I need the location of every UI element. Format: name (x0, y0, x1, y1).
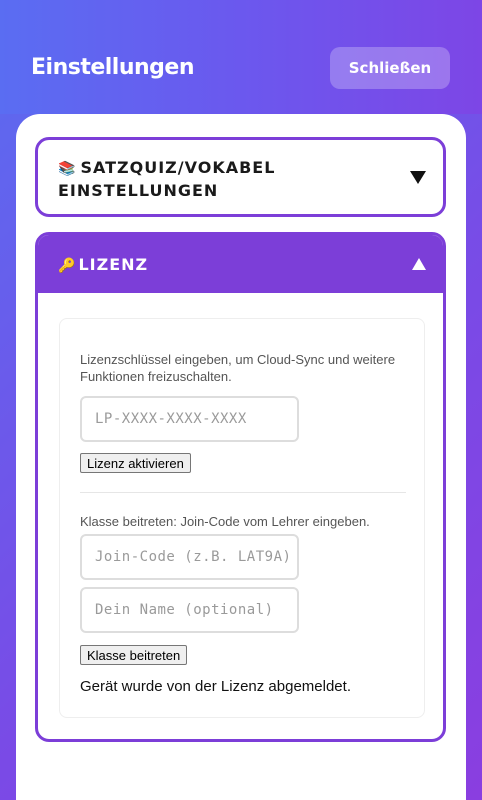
name-input[interactable] (80, 587, 299, 633)
activate-license-button[interactable]: Lizenz aktivieren (80, 453, 191, 473)
join-code-input[interactable] (80, 534, 299, 580)
license-card: Lizenzschlüssel eingeben, um Cloud-Sync … (59, 318, 425, 718)
class-hint: Klasse beitreten: Join-Code vom Lehrer e… (80, 514, 370, 529)
section-license-header[interactable]: 🔑 LIZENZ (38, 235, 443, 293)
license-key-input[interactable] (80, 396, 299, 442)
license-hint: Lizenzschlüssel eingeben, um Cloud-Sync … (80, 352, 396, 384)
top-bar: Einstellungen Schließen (0, 0, 482, 114)
key-icon: 🔑 (58, 258, 77, 274)
status-message: Gerät wurde von der Lizenz abgemeldet. (80, 678, 351, 695)
section-license: 🔑 LIZENZ Lizenzschlüssel eingeben, um Clo… (35, 232, 446, 742)
close-button[interactable]: Schließen (330, 47, 450, 89)
divider (80, 492, 406, 493)
section-license-title: 🔑 LIZENZ (58, 255, 149, 274)
books-icon: 📚 (58, 161, 77, 177)
section-quiz-title: 📚 SATZQUIZ/VOKABEL EINSTELLUNGEN (58, 158, 276, 200)
section-quiz-settings[interactable]: 📚 SATZQUIZ/VOKABEL EINSTELLUNGEN (35, 137, 446, 217)
page-title: Einstellungen (31, 55, 195, 80)
chevron-up-icon[interactable] (412, 258, 426, 270)
chevron-down-icon[interactable] (410, 171, 426, 184)
join-class-button[interactable]: Klasse beitreten (80, 645, 188, 665)
